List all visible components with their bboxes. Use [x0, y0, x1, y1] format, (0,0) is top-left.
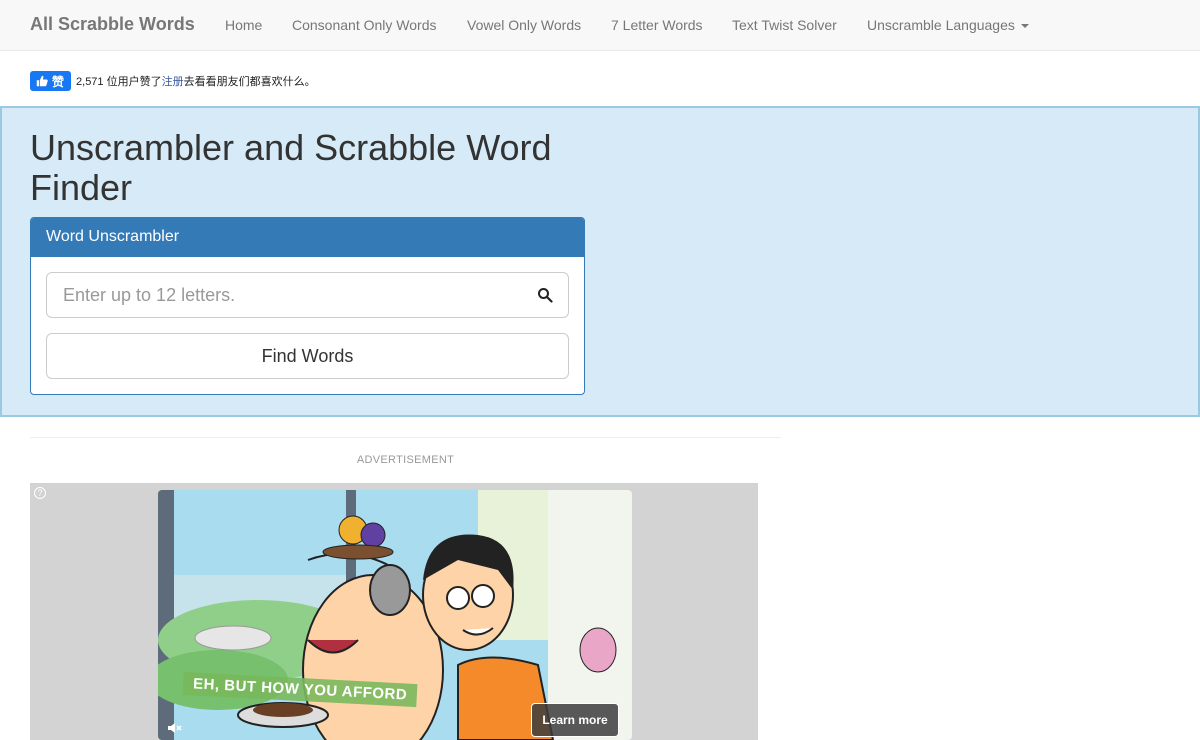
nav-text-twist-solver[interactable]: Text Twist Solver [732, 17, 837, 33]
ad-video[interactable]: EH, BUT HOW YOU AFFORD Learn more [158, 490, 632, 740]
word-unscrambler-panel: Word Unscrambler Find Words [30, 217, 585, 395]
ad-info-icon[interactable]: ? [34, 487, 46, 499]
advertisement-frame[interactable]: ? EH, BUT HOW YOU AFFORD Learn more [30, 483, 758, 740]
panel-heading: Word Unscrambler [31, 218, 584, 257]
facebook-like-button[interactable]: 赞 [30, 71, 72, 91]
nav-7-letter-words[interactable]: 7 Letter Words [611, 17, 703, 33]
letters-input-group [46, 272, 569, 318]
mute-icon[interactable] [166, 720, 182, 736]
facebook-like-label: 赞 [52, 74, 65, 89]
nav-unscramble-languages-label: Unscramble Languages [867, 17, 1015, 33]
navbar: All Scrabble Words Home Consonant Only W… [0, 0, 1200, 51]
facebook-signup-link[interactable]: 注册 [162, 73, 184, 89]
nav-consonant-only-words[interactable]: Consonant Only Words [292, 17, 436, 33]
nav-home[interactable]: Home [225, 17, 262, 33]
page-title: Unscrambler and Scrabble Word Finder [30, 127, 552, 208]
advertisement-label: ADVERTISEMENT [356, 454, 455, 466]
caret-down-icon [1020, 24, 1029, 29]
thumbs-up-icon [36, 75, 48, 87]
find-words-button[interactable]: Find Words [46, 333, 569, 379]
search-icon[interactable] [537, 287, 553, 303]
letters-input[interactable] [47, 273, 527, 317]
divider [30, 437, 781, 438]
facebook-like-suffix: 去看看朋友们都喜欢什么。 [183, 76, 316, 88]
facebook-like-bar: 赞 2,571 位用户赞了 注册 去看看朋友们都喜欢什么。 [30, 71, 316, 91]
learn-more-button[interactable]: Learn more [531, 703, 619, 737]
nav-unscramble-languages-dropdown[interactable]: Unscramble Languages [867, 17, 1029, 33]
facebook-like-count: 2,571 位用户赞了 [76, 76, 162, 88]
nav-vowel-only-words[interactable]: Vowel Only Words [467, 17, 581, 33]
brand-link[interactable]: All Scrabble Words [30, 14, 195, 35]
